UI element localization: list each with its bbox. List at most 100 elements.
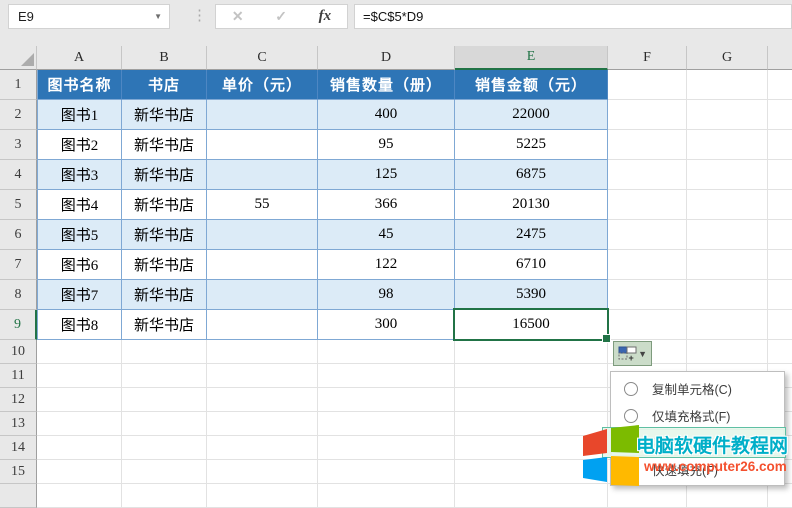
auto-fill-options-button[interactable]: + ▼ — [613, 341, 652, 366]
cell-B7[interactable]: 新华书店 — [122, 250, 207, 280]
cell-C15[interactable] — [207, 460, 318, 484]
cell-C8[interactable] — [207, 280, 318, 310]
cell-D10[interactable] — [318, 340, 455, 364]
col-header-E-selected[interactable]: E — [455, 46, 608, 70]
row-header-14[interactable]: 14 — [0, 436, 37, 460]
col-header-C[interactable]: C — [207, 46, 318, 70]
cell-A11[interactable] — [37, 364, 122, 388]
cell-G8[interactable] — [687, 280, 768, 310]
row-header-13[interactable]: 13 — [0, 412, 37, 436]
cell-F5[interactable] — [608, 190, 687, 220]
cell-D14[interactable] — [318, 436, 455, 460]
cell-F4[interactable] — [608, 160, 687, 190]
cell-E11[interactable] — [455, 364, 608, 388]
insert-function-icon[interactable]: fx — [319, 8, 332, 25]
cell-A12[interactable] — [37, 388, 122, 412]
cell-C12[interactable] — [207, 388, 318, 412]
menu-item-flash-fill[interactable]: 快速填充(F) — [611, 456, 784, 483]
cell-B8[interactable]: 新华书店 — [122, 280, 207, 310]
cell-E12[interactable] — [455, 388, 608, 412]
cell-B1[interactable]: 书店 — [122, 70, 207, 100]
cell-C4[interactable] — [207, 160, 318, 190]
cell-D2[interactable]: 400 — [318, 100, 455, 130]
cell-A7[interactable]: 图书6 — [37, 250, 122, 280]
cell-D1[interactable]: 销售数量（册） — [318, 70, 455, 100]
menu-item-copy-cells[interactable]: 复制单元格(C) — [611, 375, 784, 402]
cell-D6[interactable]: 45 — [318, 220, 455, 250]
cell-F3[interactable] — [608, 130, 687, 160]
cell-C2[interactable] — [207, 100, 318, 130]
cell-A13[interactable] — [37, 412, 122, 436]
cell-E8[interactable]: 5390 — [455, 280, 608, 310]
cell-E4[interactable]: 6875 — [455, 160, 608, 190]
select-all-corner[interactable] — [0, 46, 37, 70]
row-header-10[interactable]: 10 — [0, 340, 37, 364]
cell-C11[interactable] — [207, 364, 318, 388]
cell-G5[interactable] — [687, 190, 768, 220]
cell-B4[interactable]: 新华书店 — [122, 160, 207, 190]
menu-item-fill-formatting-only[interactable]: 仅填充格式(F) — [611, 402, 784, 429]
cell-D8[interactable]: 98 — [318, 280, 455, 310]
fill-handle[interactable] — [602, 334, 611, 343]
col-header-D[interactable]: D — [318, 46, 455, 70]
cell-F8[interactable] — [608, 280, 687, 310]
col-header-B[interactable]: B — [122, 46, 207, 70]
cell-A15[interactable] — [37, 460, 122, 484]
cell-F2[interactable] — [608, 100, 687, 130]
cell-F7[interactable] — [608, 250, 687, 280]
row-header-1[interactable]: 1 — [0, 70, 37, 100]
cell-G3[interactable] — [687, 130, 768, 160]
enter-icon[interactable]: ✓ — [275, 8, 287, 25]
name-box-dropdown-icon[interactable]: ▼ — [154, 12, 162, 21]
cell-D4[interactable]: 125 — [318, 160, 455, 190]
row-header-8[interactable]: 8 — [0, 280, 37, 310]
cell-E9-active[interactable]: 16500 — [455, 310, 608, 340]
name-box[interactable]: E9 ▼ — [8, 4, 170, 29]
cell-C3[interactable] — [207, 130, 318, 160]
cell-C10[interactable] — [207, 340, 318, 364]
cell-E13[interactable] — [455, 412, 608, 436]
cell-B14[interactable] — [122, 436, 207, 460]
row-header-2[interactable]: 2 — [0, 100, 37, 130]
col-header-F[interactable]: F — [608, 46, 687, 70]
cell-C5[interactable]: 55 — [207, 190, 318, 220]
cell-B13[interactable] — [122, 412, 207, 436]
cell-E5[interactable]: 20130 — [455, 190, 608, 220]
cell-D11[interactable] — [318, 364, 455, 388]
row-header-5[interactable]: 5 — [0, 190, 37, 220]
cell-C7[interactable] — [207, 250, 318, 280]
cell-G2[interactable] — [687, 100, 768, 130]
row-header-11[interactable]: 11 — [0, 364, 37, 388]
cell-E2[interactable]: 22000 — [455, 100, 608, 130]
col-header-G[interactable]: G — [687, 46, 768, 70]
cell-B6[interactable]: 新华书店 — [122, 220, 207, 250]
cell-C14[interactable] — [207, 436, 318, 460]
cell-B2[interactable]: 新华书店 — [122, 100, 207, 130]
cell-G9[interactable] — [687, 310, 768, 340]
cell-F1[interactable] — [608, 70, 687, 100]
cell-G6[interactable] — [687, 220, 768, 250]
cell-A6[interactable]: 图书5 — [37, 220, 122, 250]
cell-B15[interactable] — [122, 460, 207, 484]
cell-G10[interactable] — [687, 340, 768, 364]
cell-G1[interactable] — [687, 70, 768, 100]
cell-A5[interactable]: 图书4 — [37, 190, 122, 220]
row-header-9-selected[interactable]: 9 — [0, 310, 37, 340]
cell-A1[interactable]: 图书名称 — [37, 70, 122, 100]
cell-C6[interactable] — [207, 220, 318, 250]
cell-E14[interactable] — [455, 436, 608, 460]
row-header-3[interactable]: 3 — [0, 130, 37, 160]
cell-D9[interactable]: 300 — [318, 310, 455, 340]
row-header-12[interactable]: 12 — [0, 388, 37, 412]
cell-C9[interactable] — [207, 310, 318, 340]
cell-C1[interactable]: 单价（元） — [207, 70, 318, 100]
cell-A3[interactable]: 图书2 — [37, 130, 122, 160]
col-header-A[interactable]: A — [37, 46, 122, 70]
cell-B9[interactable]: 新华书店 — [122, 310, 207, 340]
cell-E6[interactable]: 2475 — [455, 220, 608, 250]
cell-E10[interactable] — [455, 340, 608, 364]
cell-D3[interactable]: 95 — [318, 130, 455, 160]
cell-G7[interactable] — [687, 250, 768, 280]
cell-D7[interactable]: 122 — [318, 250, 455, 280]
cell-B12[interactable] — [122, 388, 207, 412]
